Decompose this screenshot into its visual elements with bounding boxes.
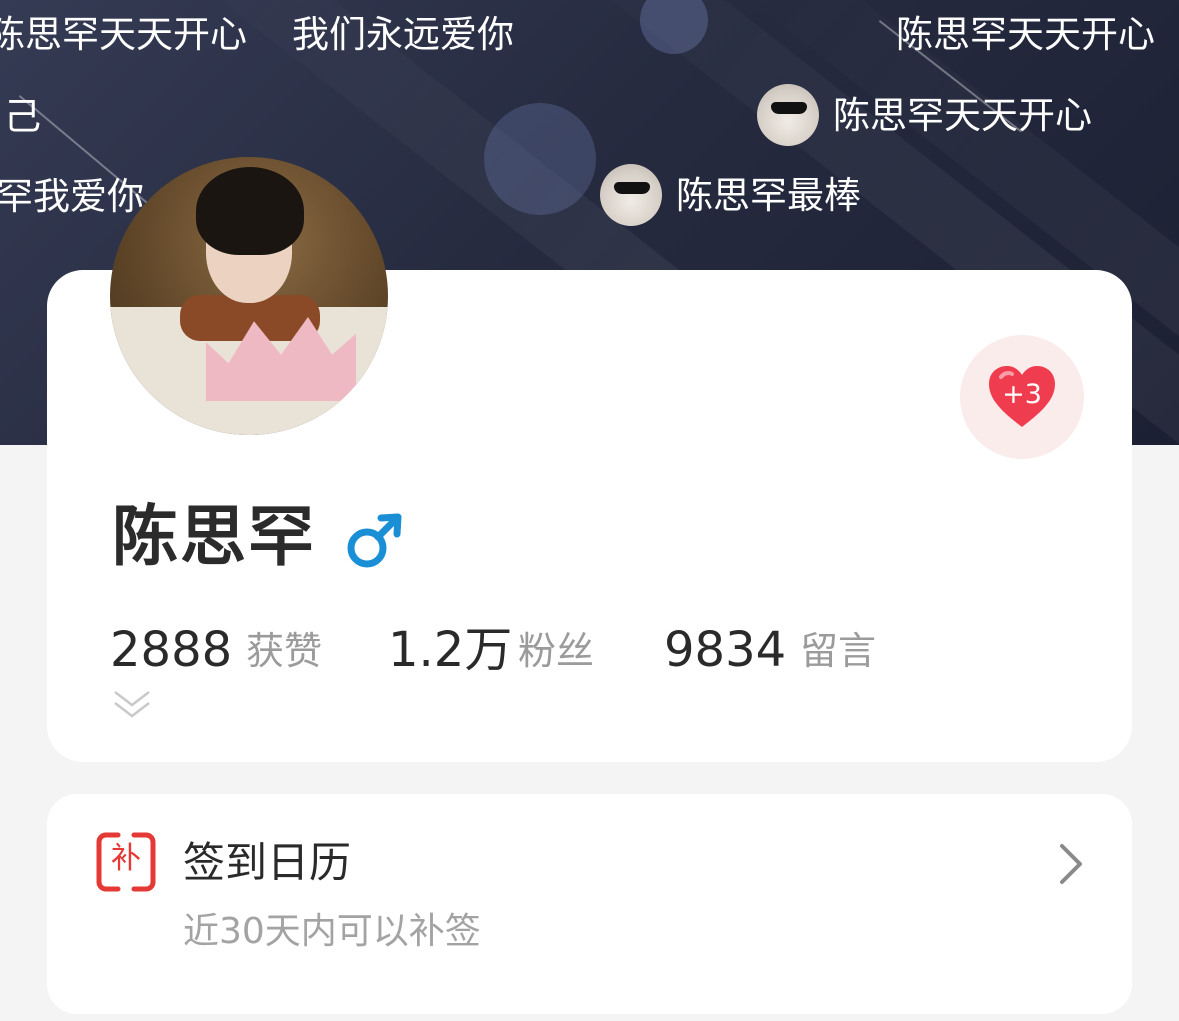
danmu-message: 罕我爱你: [0, 178, 144, 215]
stat-likes-value: 2888: [110, 622, 233, 678]
danmu-text: 陈思罕天天开心: [0, 13, 247, 56]
profile-name: 陈思罕: [112, 498, 316, 575]
stat-likes-label: 获赞: [246, 629, 323, 673]
danmu-text: 我们永远爱你: [292, 13, 514, 56]
danmu-text: 己: [4, 95, 41, 138]
user-photo-avatar[interactable]: [110, 157, 388, 435]
profile-page: 陈思罕天天开心 我们永远爱你 陈思罕天天开心 己 陈思罕天天开心 罕我爱你 陈思…: [0, 0, 1179, 1021]
banner-bubble: [484, 103, 596, 215]
danmu-message: 己: [4, 98, 41, 135]
stat-messages-label: 留言: [800, 629, 877, 673]
checkin-title: 签到日历: [183, 838, 352, 887]
checkin-subtitle: 近30天内可以补签: [183, 911, 481, 952]
cat-sunglasses-avatar-icon: [600, 164, 662, 226]
danmu-message: 陈思罕天天开心: [757, 84, 1092, 146]
danmu-text: 陈思罕天天开心: [896, 13, 1155, 56]
stat-fans-value: 1.2万: [388, 622, 513, 678]
like-button[interactable]: +3: [960, 335, 1084, 459]
makeup-checkin-icon-label: 补: [111, 841, 141, 876]
danmu-text: 陈思罕最棒: [676, 173, 861, 217]
checkin-calendar-card[interactable]: [47, 794, 1132, 1014]
double-chevron-down-icon[interactable]: [112, 688, 152, 722]
cat-sunglasses-avatar-icon: [757, 84, 819, 146]
stat-messages-value: 9834: [664, 622, 787, 678]
danmu-message: 陈思罕最棒: [600, 164, 861, 226]
chevron-right-icon: [1060, 844, 1082, 884]
male-symbol-icon: [347, 513, 402, 568]
danmu-message: 陈思罕天天开心: [0, 16, 247, 53]
danmu-message: 陈思罕天天开心: [896, 16, 1155, 53]
stat-fans-label: 粉丝: [518, 629, 595, 673]
danmu-message: 我们永远爱你: [292, 16, 514, 53]
danmu-text: 陈思罕天天开心: [833, 93, 1092, 137]
like-count: +3: [1002, 379, 1042, 410]
danmu-text: 罕我爱你: [0, 175, 144, 218]
